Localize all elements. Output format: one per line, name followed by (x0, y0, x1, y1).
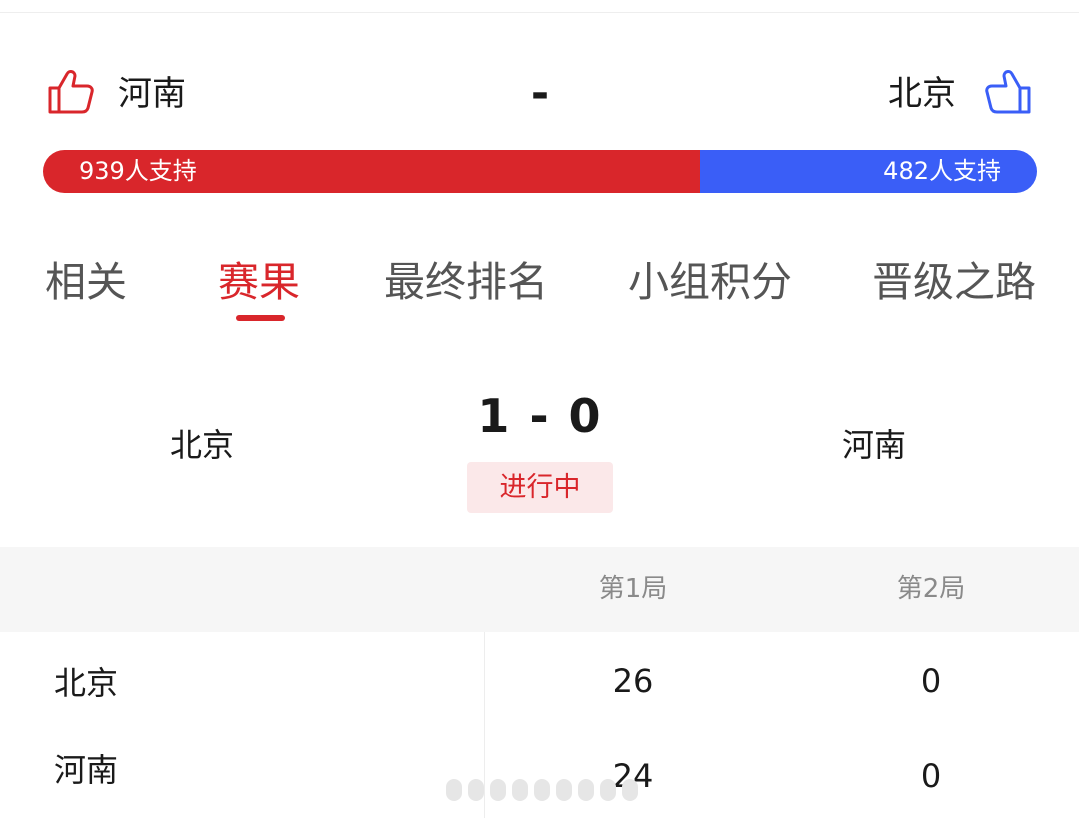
tab-results[interactable]: 赛果 (218, 254, 300, 310)
away-support-fill: 482人支持 (699, 150, 1037, 193)
vs-separator: - (530, 68, 550, 119)
away-team-name: 北京 (888, 74, 956, 114)
support-bar: 939人支持 482人支持 (43, 150, 1037, 193)
away-support-label: 482人支持 (883, 157, 1001, 185)
table-cell-set-2: 0 (920, 757, 942, 795)
scroll-indicator (446, 776, 646, 804)
home-support-fill: 939人支持 (43, 150, 700, 193)
table-row-team: 北京 (54, 664, 119, 702)
home-team-name: 河南 (118, 74, 186, 114)
home-thumbs-up-icon[interactable] (46, 66, 98, 118)
match-right-team: 河南 (842, 426, 907, 464)
table-row-team: 河南 (54, 751, 119, 789)
away-thumbs-up-icon[interactable] (981, 66, 1033, 118)
set-2-header: 第2局 (896, 574, 966, 604)
table-cell-set-2: 0 (920, 662, 942, 700)
tab-bar: 相关 赛果 最终排名 小组积分 晋级之路 (0, 254, 1079, 314)
match-score: 1 - 0 (477, 389, 603, 443)
tab-group-points[interactable]: 小组积分 (628, 254, 792, 310)
set-1-header: 第1局 (598, 574, 668, 604)
table-cell-set-1: 26 (612, 662, 654, 700)
match-status-badge: 进行中 (467, 462, 613, 513)
tab-advancement-path[interactable]: 晋级之路 (872, 254, 1036, 310)
home-support-label: 939人支持 (79, 157, 197, 185)
match-left-team: 北京 (170, 426, 235, 464)
active-tab-indicator (236, 315, 285, 321)
top-divider (0, 12, 1079, 13)
tab-final-ranking[interactable]: 最终排名 (384, 254, 548, 310)
tab-related[interactable]: 相关 (45, 254, 127, 310)
